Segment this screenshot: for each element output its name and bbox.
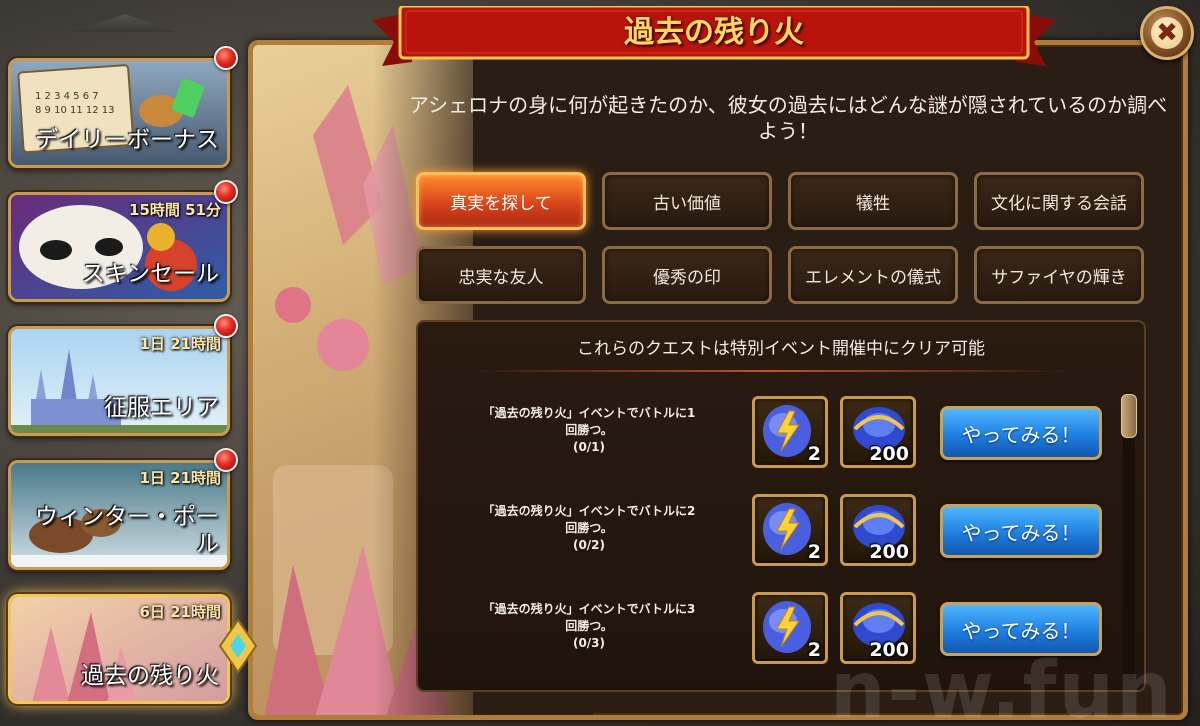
reward-energy-stone[interactable]: 2 bbox=[752, 494, 828, 566]
event-description: アシェロナの身に何が起きたのか、彼女の過去にはどんな謎が隠されているのか調べよう… bbox=[408, 93, 1168, 143]
conquest-timer: 1日 21時間 bbox=[139, 335, 221, 353]
selected-gem-icon bbox=[218, 618, 258, 674]
sidebar-item-label: スキンセール bbox=[81, 261, 219, 288]
svg-text:8 9 10 11 12 13: 8 9 10 11 12 13 bbox=[35, 105, 115, 116]
reward-amount: 2 bbox=[807, 541, 821, 563]
tab-loyal-friend[interactable]: 忠実な友人 bbox=[416, 246, 586, 304]
sidebar-item-conquest-area[interactable]: 1日 21時間 征服エリア bbox=[8, 326, 230, 436]
tab-truth[interactable]: 真実を探して bbox=[416, 172, 586, 230]
winter-pole-timer: 1日 21時間 bbox=[139, 469, 221, 487]
try-button[interactable]: やってみる！ bbox=[940, 504, 1102, 558]
tab-element-ritual[interactable]: エレメントの儀式 bbox=[788, 246, 958, 304]
reward-sapphire[interactable]: 200 bbox=[840, 494, 916, 566]
reward-amount: 200 bbox=[869, 541, 909, 563]
sidebar-item-embers-of-past[interactable]: 6日 21時間 過去の残り火 bbox=[8, 594, 230, 704]
tab-sapphire-shine[interactable]: サファイヤの輝き bbox=[974, 246, 1144, 304]
header-divider bbox=[470, 370, 1070, 372]
scroll-thumb[interactable] bbox=[1121, 394, 1137, 438]
svg-text:1 2 3 4 5 6 7: 1 2 3 4 5 6 7 bbox=[35, 91, 99, 102]
watermark: n-w.fun bbox=[830, 646, 1174, 726]
sidebar-item-label: デイリーボーナス bbox=[35, 127, 219, 154]
reward-amount: 200 bbox=[869, 443, 909, 465]
scroll-up-arrow-icon[interactable] bbox=[73, 14, 177, 32]
sidebar-item-skin-sale[interactable]: 15時間 51分 スキンセール bbox=[8, 192, 230, 302]
reward-energy-stone[interactable]: 2 bbox=[752, 396, 828, 468]
quest-list-header: これらのクエストは特別イベント開催中にクリア可能 bbox=[577, 339, 985, 359]
quest-progress: (0/1) bbox=[572, 440, 606, 454]
page-title: 過去の残り火 bbox=[624, 15, 804, 50]
notification-dot-icon bbox=[214, 180, 238, 204]
quest-description: 「過去の残り火」イベントでバトルに3 回勝つ。 (0/3) bbox=[434, 601, 744, 652]
quest-description: 「過去の残り火」イベントでバトルに1 回勝つ。 (0/1) bbox=[434, 405, 744, 456]
tab-sacrifice[interactable]: 犠牲 bbox=[788, 172, 958, 230]
sidebar-item-label: 征服エリア bbox=[104, 395, 219, 422]
notification-dot-icon bbox=[214, 314, 238, 338]
event-sidebar: 1 2 3 4 5 6 7 8 9 10 11 12 13 デイリーボーナス 15… bbox=[0, 0, 258, 726]
sidebar-item-label: ウィンター・ポール bbox=[35, 503, 219, 558]
reward-sapphire[interactable]: 200 bbox=[840, 396, 916, 468]
reward-amount: 2 bbox=[807, 639, 821, 661]
tab-mark-of-excellence[interactable]: 優秀の印 bbox=[602, 246, 772, 304]
close-icon: ✖ bbox=[1151, 17, 1183, 49]
reward-energy-stone[interactable]: 2 bbox=[752, 592, 828, 664]
quest-progress: (0/2) bbox=[572, 538, 606, 552]
quest-description: 「過去の残り火」イベントでバトルに2 回勝つ。 (0/2) bbox=[434, 503, 744, 554]
quest-progress: (0/3) bbox=[572, 636, 606, 650]
skin-sale-timer: 15時間 51分 bbox=[129, 201, 221, 219]
tab-old-value[interactable]: 古い価値 bbox=[602, 172, 772, 230]
notification-dot-icon bbox=[214, 448, 238, 472]
notification-dot-icon bbox=[214, 46, 238, 70]
sidebar-item-label: 過去の残り火 bbox=[81, 663, 219, 690]
tab-culture-talk[interactable]: 文化に関する会話 bbox=[974, 172, 1144, 230]
reward-amount: 2 bbox=[807, 443, 821, 465]
embers-timer: 6日 21時間 bbox=[139, 603, 221, 621]
close-button[interactable]: ✖ bbox=[1140, 6, 1194, 60]
sidebar-item-winter-pole[interactable]: 1日 21時間 ウィンター・ポール bbox=[8, 460, 230, 570]
sidebar-item-daily-bonus[interactable]: 1 2 3 4 5 6 7 8 9 10 11 12 13 デイリーボーナス bbox=[8, 58, 230, 168]
try-button[interactable]: やってみる！ bbox=[940, 406, 1102, 460]
